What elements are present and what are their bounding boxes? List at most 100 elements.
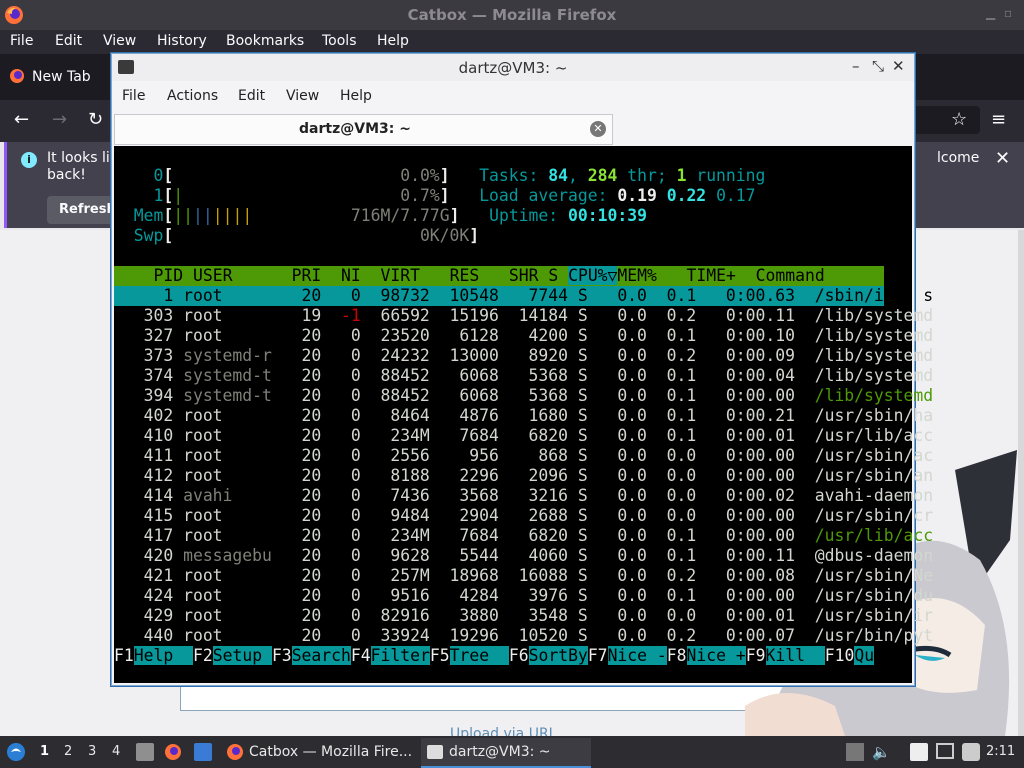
fkey-f2[interactable]: F2 [193,646,213,665]
uptime-label: Uptime: [489,206,569,225]
col-ni[interactable]: NI [341,266,361,285]
process-row[interactable]: 420 messagebu 20 0 9628 5544 4060 S 0.0 … [114,546,934,566]
maximize-icon[interactable]: ▫ [1004,6,1012,20]
process-row[interactable]: 417 root 20 0 234M 7684 6820 S 0.0 0.1 0… [114,526,934,546]
close-icon[interactable]: ✕ [892,57,905,75]
notification-icon[interactable] [962,743,980,761]
process-row[interactable]: 412 root 20 0 8188 2296 2096 S 0.0 0.0 0… [114,466,934,486]
fkey-f3[interactable]: F3 [272,646,292,665]
col-time[interactable]: TIME+ [687,266,736,285]
fkey-label[interactable]: Setup [212,646,272,665]
process-table-header[interactable]: PID USER PRI NI VIRT RES SHR S CPU%▽MEM%… [114,266,884,286]
url-bar[interactable] [910,106,980,134]
fkey-label[interactable]: Help [133,646,193,665]
fkey-label[interactable]: Nice - [607,646,667,665]
menu-edit[interactable]: Edit [55,33,82,49]
volume-icon[interactable]: 🔈 [872,743,891,761]
fkey-label[interactable]: Qu [854,646,875,665]
file-manager-icon[interactable] [136,743,154,761]
process-row[interactable]: 440 root 20 0 33924 19296 10520 S 0.0 0.… [114,626,934,646]
menu-help[interactable]: Help [377,33,409,49]
term-menu-view[interactable]: View [286,88,319,104]
process-row[interactable]: 327 root 20 0 23520 6128 4200 S 0.0 0.1 … [114,326,934,346]
menu-view[interactable]: View [103,33,136,49]
bookmark-star-icon[interactable]: ☆ [951,109,967,130]
clipboard-icon[interactable] [910,743,928,761]
process-row[interactable]: 374 systemd-t 20 0 88452 6068 5368 S 0.0… [114,366,934,386]
process-row[interactable]: 410 root 20 0 234M 7684 6820 S 0.0 0.1 0… [114,426,934,446]
process-row[interactable]: 373 systemd-r 20 0 24232 13000 8920 S 0.… [114,346,934,366]
firefox-launcher-icon[interactable] [164,743,182,761]
fkey-f9[interactable]: F9 [746,646,766,665]
start-menu-icon[interactable] [6,742,26,762]
refresh-button[interactable]: Refresh [47,196,117,224]
fkey-f7[interactable]: F7 [588,646,608,665]
minimize-icon[interactable]: ▁ [986,6,995,20]
workspace-3[interactable]: 3 [88,744,96,759]
forward-icon[interactable]: → [52,109,67,130]
terminal-tab[interactable]: dartz@VM3: ~ ✕ [114,114,613,145]
fkey-label[interactable]: SortBy [528,646,588,665]
process-row[interactable]: 394 systemd-t 20 0 88452 6068 5368 S 0.0… [114,386,934,406]
tab-close-icon[interactable]: ✕ [590,121,606,137]
back-icon[interactable]: ← [14,109,29,130]
process-row[interactable]: 429 root 20 0 82916 3880 3548 S 0.0 0.0 … [114,606,934,626]
term-menu-file[interactable]: File [122,88,145,104]
col-mem[interactable]: MEM% [617,266,656,285]
term-menu-actions[interactable]: Actions [167,88,218,104]
proc-mem: 0.0 [656,446,707,465]
taskbar-terminal-task[interactable]: dartz@VM3: ~ [421,738,591,768]
fkey-label[interactable]: Filter [370,646,430,665]
proc-shr: 4060 [508,546,578,565]
col-pid[interactable]: PID [153,266,183,285]
menu-history[interactable]: History [157,33,207,49]
fkey-label[interactable]: Nice + [686,646,746,665]
terminal-screen[interactable]: 0[ 0.0%] Tasks: 84, 284 thr; 1 running 1… [114,146,934,683]
fkey-f10[interactable]: F10 [825,646,855,665]
col-user[interactable]: USER [193,266,232,285]
workspace-2[interactable]: 2 [64,744,72,759]
col-virt[interactable]: VIRT [381,266,420,285]
process-row[interactable]: 1 root 20 0 98732 10548 7744 S 0.0 0.1 0… [114,286,933,306]
col-s[interactable]: S [548,266,558,285]
close-icon[interactable]: ✕ [995,148,1010,169]
minimize-icon[interactable]: – [852,57,860,75]
workspace-1[interactable]: 1 [40,744,49,759]
term-menu-edit[interactable]: Edit [238,88,265,104]
menu-file[interactable]: File [10,33,33,49]
fkey-f6[interactable]: F6 [509,646,529,665]
workspace-4[interactable]: 4 [112,744,120,759]
menu-tools[interactable]: Tools [322,33,357,49]
reload-icon[interactable]: ↻ [88,109,103,130]
process-row[interactable]: 421 root 20 0 257M 18968 16088 S 0.0 0.2… [114,566,934,586]
col-command[interactable]: Command [756,266,825,285]
fkey-label[interactable]: Tree [449,646,509,665]
fkey-label[interactable]: Search [291,646,351,665]
tab-new-tab[interactable]: New Tab [0,54,112,100]
col-cpu[interactable]: CPU%▽ [568,266,618,285]
col-pri[interactable]: PRI [292,266,322,285]
desktop-icon[interactable] [194,743,212,761]
process-row[interactable]: 414 avahi 20 0 7436 3568 3216 S 0.0 0.0 … [114,486,934,506]
terminal-titlebar[interactable]: dartz@VM3: ~ – ⤡ ✕ [112,54,914,81]
fkey-f8[interactable]: F8 [667,646,687,665]
updates-icon[interactable] [846,743,864,761]
fkey-f4[interactable]: F4 [351,646,371,665]
process-row[interactable]: 424 root 20 0 9516 4284 3976 S 0.0 0.1 0… [114,586,934,606]
col-res[interactable]: RES [450,266,480,285]
process-row[interactable]: 303 root 19 -1 66592 15196 14184 S 0.0 0… [114,306,934,326]
term-menu-help[interactable]: Help [340,88,372,104]
taskbar-firefox-task[interactable]: Catbox — Mozilla Fire... [222,738,418,766]
process-row[interactable]: 411 root 20 0 2556 956 868 S 0.0 0.0 0:0… [114,446,934,466]
restore-icon[interactable]: ⤡ [872,57,884,75]
fkey-f1[interactable]: F1 [114,646,134,665]
col-shr[interactable]: SHR [509,266,539,285]
menu-bookmarks[interactable]: Bookmarks [226,33,304,49]
process-row[interactable]: 415 root 20 0 9484 2904 2688 S 0.0 0.0 0… [114,506,934,526]
fkey-f5[interactable]: F5 [430,646,450,665]
display-icon[interactable] [936,743,954,759]
proc-ni: 0 [331,526,371,545]
fkey-label[interactable]: Kill [765,646,825,665]
hamburger-menu-icon[interactable]: ≡ [991,109,1006,130]
process-row[interactable]: 402 root 20 0 8464 4876 1680 S 0.0 0.1 0… [114,406,934,426]
